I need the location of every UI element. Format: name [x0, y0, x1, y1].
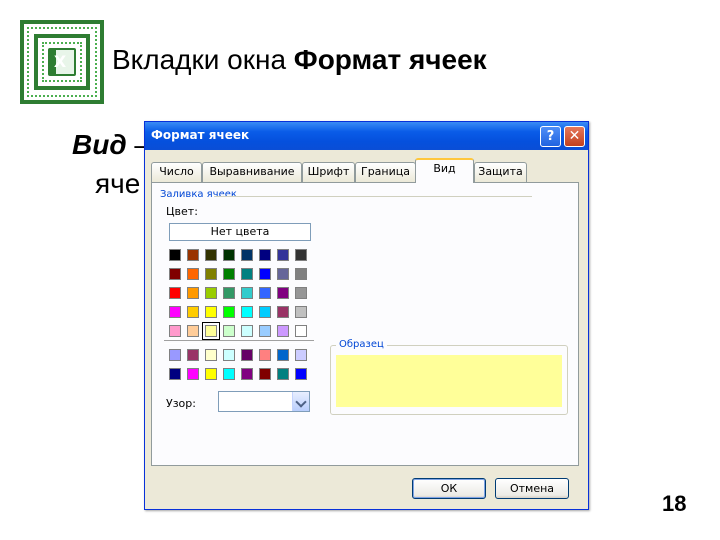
no-color-button[interactable]: Нет цвета	[169, 223, 311, 241]
color-swatch[interactable]	[241, 268, 253, 280]
color-swatch[interactable]	[223, 249, 235, 261]
color-swatch[interactable]	[169, 306, 181, 318]
color-swatch[interactable]	[295, 368, 307, 380]
color-swatch[interactable]	[259, 349, 271, 361]
tab-number[interactable]: Число	[151, 162, 202, 182]
sample-label: Образец	[336, 339, 387, 350]
logo-x-glyph: X	[53, 52, 67, 71]
color-swatch[interactable]	[295, 325, 307, 337]
color-swatch[interactable]	[169, 249, 181, 261]
color-swatch[interactable]	[241, 249, 253, 261]
close-button[interactable]: ✕	[564, 126, 585, 147]
color-swatch[interactable]	[295, 349, 307, 361]
excel-logo-icon: X	[20, 20, 104, 104]
tab-font[interactable]: Шрифт	[302, 162, 355, 182]
color-swatch[interactable]	[205, 368, 217, 380]
color-swatch[interactable]	[259, 287, 271, 299]
color-swatch[interactable]	[223, 368, 235, 380]
color-swatch[interactable]	[205, 249, 217, 261]
tab-patterns[interactable]: Вид	[415, 158, 474, 183]
color-swatch[interactable]	[205, 287, 217, 299]
pattern-select[interactable]	[218, 391, 310, 412]
color-swatch[interactable]	[187, 349, 199, 361]
color-swatch[interactable]	[187, 287, 199, 299]
slide-text-line2: яче	[95, 168, 141, 199]
color-swatch[interactable]	[241, 349, 253, 361]
palette-divider	[164, 340, 314, 344]
color-swatch[interactable]	[169, 287, 181, 299]
color-swatch[interactable]	[169, 268, 181, 280]
color-swatch[interactable]	[277, 349, 289, 361]
dialog-title: Формат ячеек	[151, 128, 250, 142]
color-swatch[interactable]	[259, 368, 271, 380]
color-swatch[interactable]	[241, 325, 253, 337]
color-swatch[interactable]	[295, 268, 307, 280]
color-swatch[interactable]	[259, 306, 271, 318]
color-swatch[interactable]	[187, 249, 199, 261]
format-cells-dialog: Формат ячеек ? ✕ Число Выравнивание Шриф…	[144, 121, 589, 510]
dialog-tabs: Число Выравнивание Шрифт Граница Вид Защ…	[151, 158, 581, 183]
fill-group-divider	[214, 196, 532, 197]
help-button[interactable]: ?	[540, 126, 561, 147]
color-swatch[interactable]	[295, 306, 307, 318]
color-swatch[interactable]	[223, 268, 235, 280]
color-swatch[interactable]	[241, 368, 253, 380]
color-swatch[interactable]	[187, 268, 199, 280]
cancel-button[interactable]: Отмена	[495, 478, 569, 499]
color-swatch[interactable]	[277, 368, 289, 380]
color-palette	[169, 249, 315, 340]
page-number: 18	[662, 491, 687, 516]
pattern-label: Узор:	[166, 397, 196, 410]
ok-button[interactable]: ОК	[412, 478, 486, 499]
color-swatch[interactable]	[205, 268, 217, 280]
color-swatch[interactable]	[277, 325, 289, 337]
slide-title-prefix: Вкладки окна	[112, 44, 294, 75]
color-swatch[interactable]	[277, 306, 289, 318]
slide-title-bold: Формат ячеек	[293, 44, 487, 75]
color-swatch[interactable]	[259, 249, 271, 261]
tab-protection[interactable]: Защита	[474, 162, 527, 182]
color-swatch[interactable]	[169, 349, 181, 361]
color-swatch[interactable]	[277, 268, 289, 280]
slide-title: Вкладки окна Формат ячеек	[112, 44, 487, 76]
color-swatch[interactable]	[169, 325, 181, 337]
color-swatch[interactable]	[277, 249, 289, 261]
tab-border[interactable]: Граница	[355, 162, 416, 182]
color-swatch[interactable]	[295, 249, 307, 261]
color-swatch[interactable]	[259, 325, 271, 337]
slide-text-bold: Вид	[72, 129, 127, 160]
color-swatch[interactable]	[205, 306, 217, 318]
sample-preview	[336, 355, 562, 407]
chevron-down-icon[interactable]	[292, 392, 309, 411]
fill-group-label: Заливка ячеек	[160, 189, 237, 200]
color-swatch[interactable]	[259, 268, 271, 280]
color-swatch[interactable]	[241, 306, 253, 318]
color-swatch[interactable]	[241, 287, 253, 299]
color-swatch[interactable]	[187, 325, 199, 337]
color-swatch[interactable]	[202, 322, 220, 340]
color-swatch[interactable]	[205, 349, 217, 361]
color-swatch[interactable]	[187, 368, 199, 380]
slide-text-line1: Вид –	[72, 129, 150, 161]
dialog-titlebar[interactable]: Формат ячеек ? ✕	[145, 122, 588, 150]
color-swatch[interactable]	[223, 287, 235, 299]
color-swatch[interactable]	[223, 325, 235, 337]
color-swatch[interactable]	[223, 349, 235, 361]
color-swatch[interactable]	[223, 306, 235, 318]
color-label: Цвет:	[166, 205, 198, 218]
color-swatch[interactable]	[169, 368, 181, 380]
color-swatch[interactable]	[277, 287, 289, 299]
tab-alignment[interactable]: Выравнивание	[202, 162, 302, 182]
color-swatch[interactable]	[295, 287, 307, 299]
tab-panel-patterns: Заливка ячеек Цвет: Нет цвета Узор: Обра…	[151, 182, 579, 466]
color-palette-extra	[169, 349, 315, 389]
color-swatch[interactable]	[187, 306, 199, 318]
